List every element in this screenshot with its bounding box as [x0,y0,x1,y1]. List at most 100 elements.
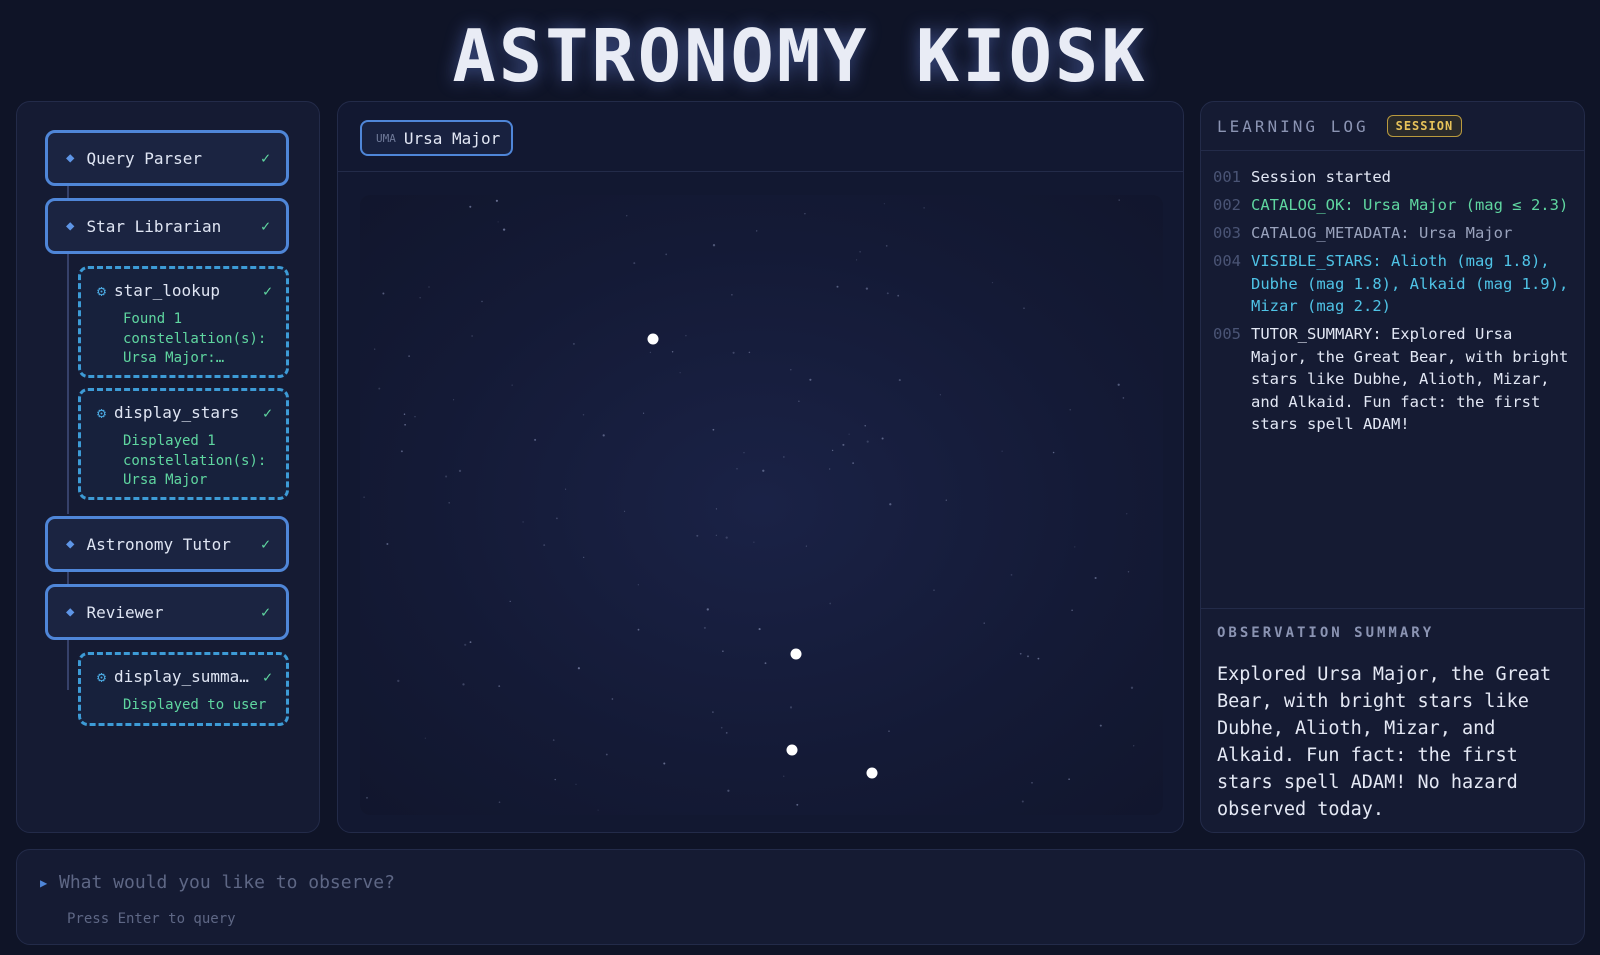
background-star [626,215,628,217]
tool-star-lookup[interactable]: ⚙ star_lookup ✓ Found 1 constellation(s)… [78,266,289,378]
log-entry: 001 Session started [1213,166,1573,189]
star-marker[interactable] [790,648,802,660]
log-entry-text: CATALOG_METADATA: Ursa Major [1251,224,1513,242]
tool-name: star_lookup [114,281,220,300]
background-star [611,698,614,700]
background-star [743,452,745,454]
background-star [448,502,450,504]
background-star [703,626,706,629]
background-star [789,706,793,709]
tool-display-summary[interactable]: ⚙ display_summa… ✓ Displayed to user [78,652,289,726]
background-star [556,517,558,520]
background-star [764,662,767,665]
background-star [1118,199,1120,201]
background-star [856,259,858,261]
tool-result: Displayed to user [123,697,267,713]
log-entry-text: CATALOG_OK: Ursa Major (mag ≤ 2.3) [1251,196,1569,214]
agent-pipeline-panel: ◆ Query Parser ✓ ◆ Star Librarian ✓ ⚙ st… [16,101,320,833]
background-star [725,536,728,539]
check-icon: ✓ [262,667,272,686]
log-entry: 005 TUTOR_SUMMARY: Explored Ursa Major, … [1213,323,1573,436]
star-marker[interactable] [786,744,798,756]
background-star [363,496,365,499]
sky-canvas[interactable] [360,195,1163,815]
background-star [923,207,925,209]
tool-display-stars[interactable]: ⚙ display_stars ✓ Displayed 1 constellat… [78,388,289,500]
background-star [403,413,406,416]
background-star [1099,724,1102,727]
background-star [498,801,501,804]
diamond-icon: ◆ [66,536,75,552]
query-input[interactable] [59,864,1159,900]
background-star [624,510,626,512]
background-star [805,545,807,547]
constellation-abbr: UMA [376,131,396,145]
log-entry-number: 002 [1213,196,1241,214]
log-entry-number: 005 [1213,325,1241,343]
query-hint: Press Enter to query [67,911,236,927]
background-star [400,450,403,453]
background-star [842,443,845,446]
background-star [597,809,599,811]
background-star [554,778,556,781]
background-star [1126,513,1128,515]
agent-star-librarian[interactable]: ◆ Star Librarian ✓ [45,198,289,254]
background-star [1074,546,1076,548]
background-star [898,379,901,382]
check-icon: ✓ [260,535,270,553]
background-star [495,199,498,202]
background-star [829,468,831,470]
background-star [464,643,467,646]
background-star [469,641,472,644]
tool-name: display_stars [114,403,240,422]
background-star [366,796,368,799]
background-star [725,731,728,734]
background-star [712,711,714,713]
background-star [497,221,499,223]
background-star [859,251,861,253]
background-star [888,730,890,732]
background-star [408,355,410,357]
check-icon: ✓ [260,217,270,235]
background-star [382,292,385,295]
background-star [1069,409,1071,411]
background-star [471,335,473,337]
background-star [685,334,687,337]
diamond-icon: ◆ [66,604,75,620]
background-star [712,244,716,247]
background-star [577,667,580,670]
background-star [722,650,724,652]
background-star [1130,686,1134,689]
background-star [852,462,854,464]
background-star [1037,657,1040,660]
star-marker[interactable] [866,767,878,779]
background-star [756,230,758,232]
background-star [720,726,723,729]
background-star [889,503,892,506]
session-badge: SESSION [1386,115,1463,137]
log-entry: 004 VISIBLE_STARS: Alioth (mag 1.8), Dub… [1213,250,1573,318]
query-bar: ▶ Press Enter to query [16,849,1585,945]
agent-astronomy-tutor[interactable]: ◆ Astronomy Tutor ✓ [45,516,289,572]
background-star [945,499,947,501]
background-star [933,589,935,591]
agent-query-parser[interactable]: ◆ Query Parser ✓ [45,130,289,186]
gear-icon: ⚙ [97,281,107,300]
background-star [881,437,884,440]
background-star [575,783,577,785]
learning-log-panel: LEARNING LOG SESSION 001 Session started… [1200,101,1585,833]
background-star [753,541,755,543]
constellation-name: Ursa Major [403,128,501,148]
star-marker[interactable] [647,333,659,345]
background-star [428,286,430,288]
background-star [727,789,730,792]
agent-name: Reviewer [86,602,164,622]
agent-reviewer[interactable]: ◆ Reviewer ✓ [45,584,289,640]
background-star [502,228,506,231]
background-star [1133,745,1135,747]
background-star [804,212,806,215]
background-star [649,351,652,354]
background-star [732,351,735,354]
background-star [1010,574,1013,576]
constellation-tab-ursa-major[interactable]: UMA Ursa Major [360,120,513,156]
